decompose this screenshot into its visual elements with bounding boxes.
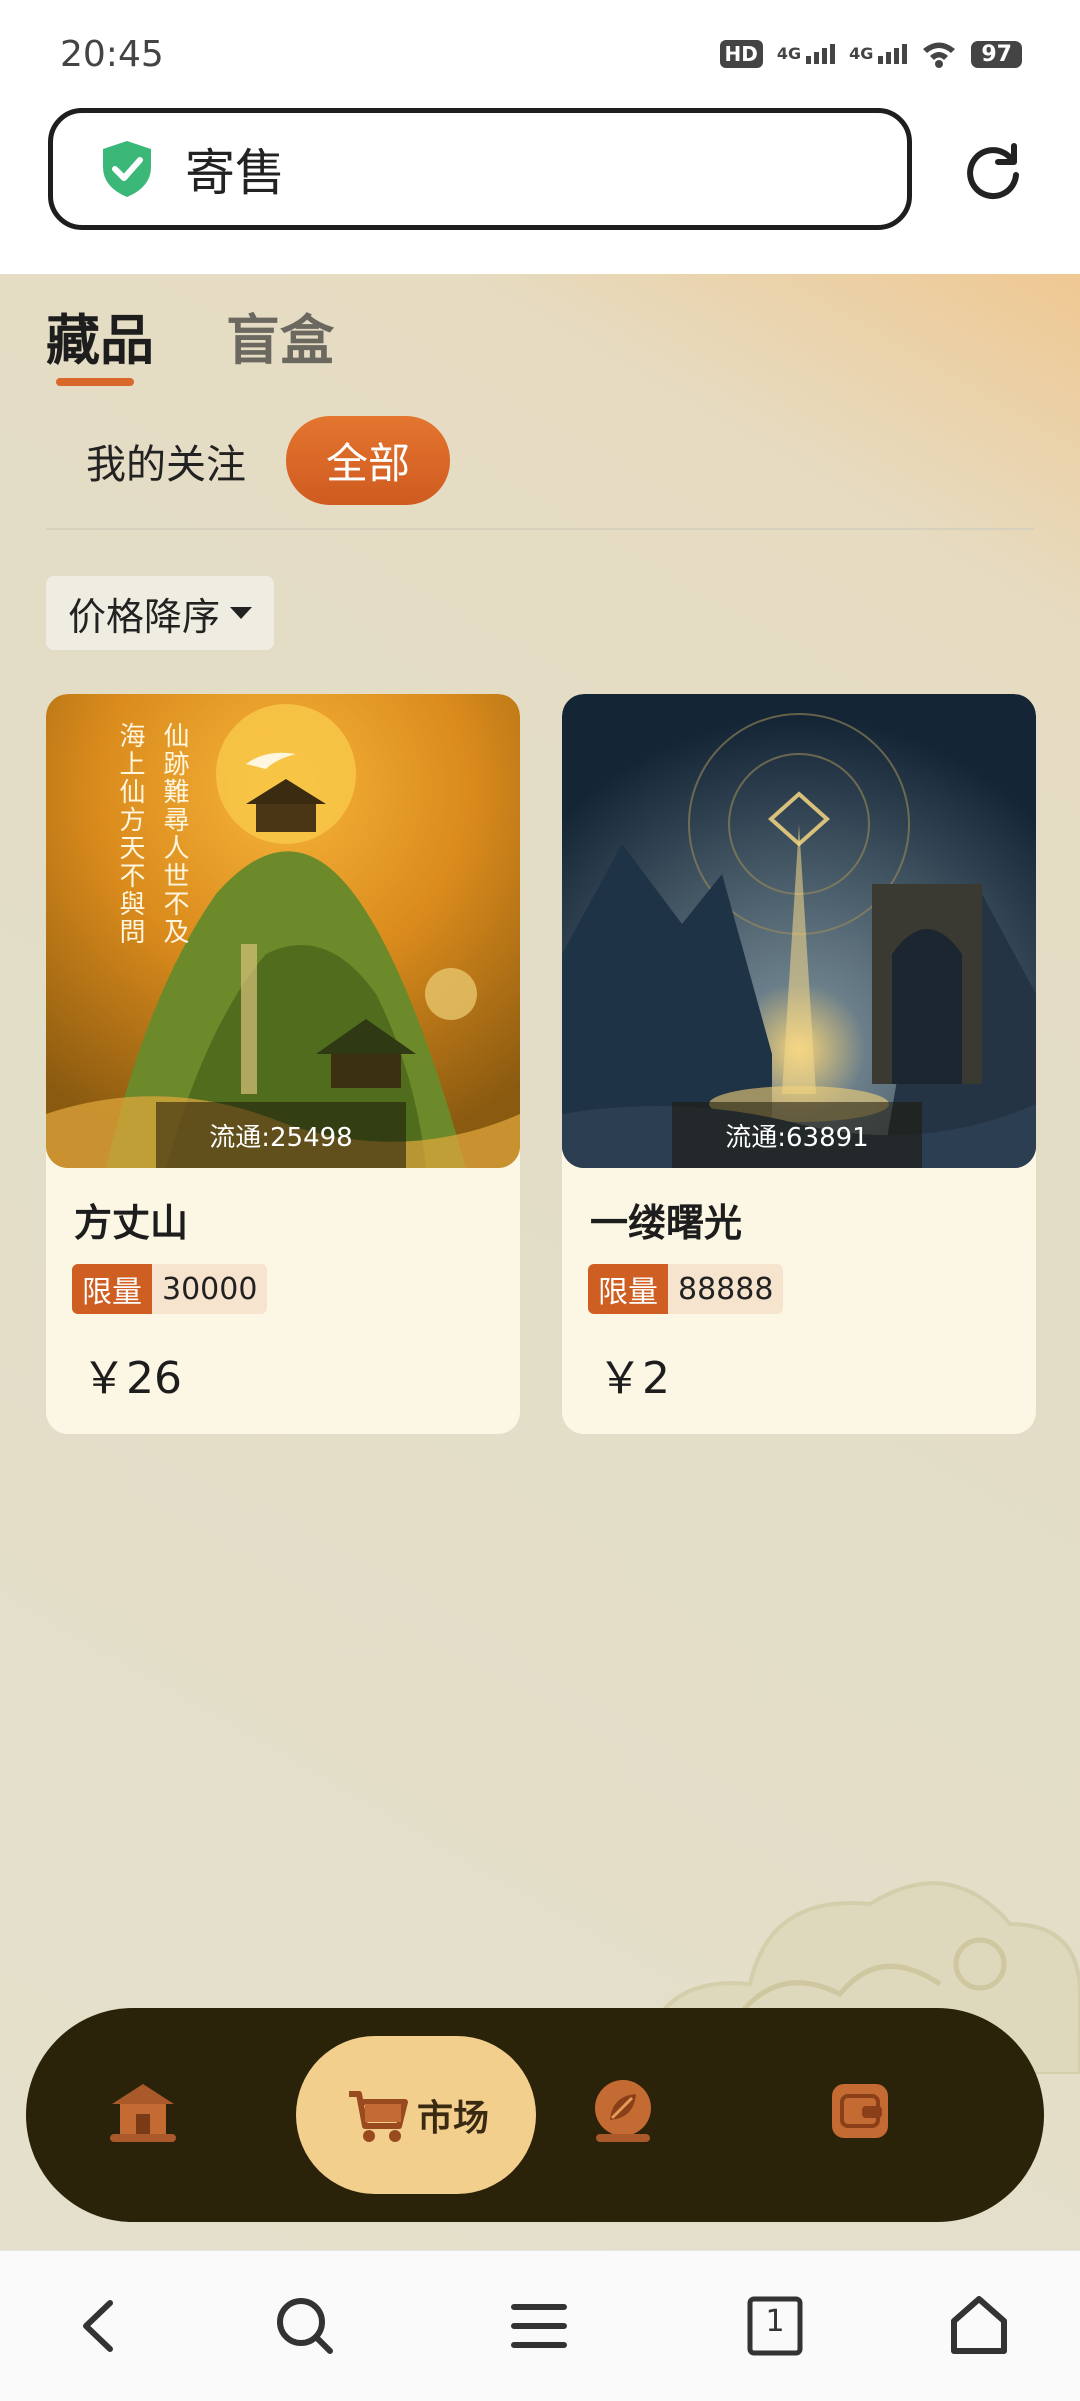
home-pavilion-icon[interactable] bbox=[104, 2072, 182, 2150]
home-icon[interactable] bbox=[944, 2291, 1014, 2361]
market-cart-icon bbox=[348, 2091, 408, 2142]
collectible-price: ￥2 bbox=[598, 1353, 670, 1404]
search-icon[interactable] bbox=[270, 2291, 340, 2361]
limit-value: 30000 bbox=[152, 1264, 268, 1314]
filter-my-follow[interactable]: 我的关注 bbox=[86, 432, 246, 490]
reload-icon[interactable] bbox=[964, 142, 1022, 200]
system-nav-bar: 1 bbox=[0, 2250, 1080, 2401]
filter-all-chip[interactable]: 全部 bbox=[286, 416, 451, 505]
app-bottom-nav: 市场 bbox=[26, 2008, 1044, 2222]
collectible-name: 方丈山 bbox=[74, 1201, 189, 1245]
limit-label: 限量 bbox=[588, 1264, 668, 1314]
collectible-image-dawn: 流通:63891 bbox=[562, 694, 1036, 1168]
nav-market-tab[interactable]: 市场 bbox=[296, 2036, 536, 2194]
limit-value: 88888 bbox=[668, 1264, 784, 1314]
hd-voice-icon: HD bbox=[719, 40, 763, 68]
active-tab-indicator bbox=[56, 378, 134, 386]
tabs-button[interactable]: 1 bbox=[740, 2291, 810, 2361]
menu-icon[interactable] bbox=[504, 2291, 574, 2361]
nav-market-label: 市场 bbox=[416, 2098, 489, 2139]
category-tabs: 藏品 盲盒 bbox=[46, 296, 334, 375]
limit-label: 限量 bbox=[72, 1264, 152, 1314]
collectible-name: 一缕曙光 bbox=[590, 1201, 743, 1245]
caret-down-icon bbox=[230, 607, 253, 619]
sort-label: 价格降序 bbox=[68, 594, 221, 639]
battery-icon: 97 bbox=[971, 40, 1022, 68]
collectible-price: ￥26 bbox=[82, 1353, 182, 1404]
collectible-card[interactable]: 仙跡難尋人世不及 海上仙方天不與問 流通:25498 方丈山 限量 30000 … bbox=[46, 694, 520, 1434]
sort-dropdown[interactable]: 价格降序 bbox=[46, 576, 275, 650]
address-bar[interactable]: 寄售 bbox=[48, 108, 912, 230]
poem-column-1: 海上仙方天不與問 bbox=[115, 722, 145, 946]
divider bbox=[46, 528, 1034, 530]
tab-count: 1 bbox=[765, 2304, 785, 2339]
limit-badge: 限量 88888 bbox=[588, 1264, 784, 1314]
poem-column-2: 仙跡難尋人世不及 bbox=[159, 722, 189, 946]
circulation-label: 流通:25498 bbox=[156, 1102, 406, 1168]
signal-icon-2: 4G bbox=[849, 44, 908, 64]
leaf-emblem-icon[interactable] bbox=[584, 2072, 662, 2150]
wifi-icon bbox=[923, 42, 956, 68]
tab-blind-box[interactable]: 盲盒 bbox=[226, 296, 334, 375]
status-bar: 20:45 HD 4G 4G 97 bbox=[0, 0, 1080, 100]
signal-icon: 4G bbox=[777, 44, 836, 64]
address-text: 寄售 bbox=[185, 144, 285, 202]
status-icons: HD 4G 4G 97 bbox=[719, 40, 1022, 68]
limit-badge: 限量 30000 bbox=[72, 1264, 268, 1314]
dawn-artwork bbox=[562, 694, 1036, 1168]
filter-row: 我的关注 全部 bbox=[86, 416, 451, 505]
circulation-label: 流通:63891 bbox=[672, 1102, 922, 1168]
status-time: 20:45 bbox=[60, 34, 164, 75]
shield-check-icon bbox=[103, 141, 151, 197]
wallet-icon[interactable] bbox=[822, 2072, 900, 2150]
tab-collections[interactable]: 藏品 bbox=[46, 296, 154, 375]
market-content: 藏品 盲盒 我的关注 全部 价格降序 仙跡難尋人世不及 海上仙方天不與問 流通:… bbox=[0, 274, 1080, 2250]
collectible-card[interactable]: 流通:63891 一缕曙光 限量 88888 ￥2 bbox=[562, 694, 1036, 1434]
back-icon[interactable] bbox=[66, 2291, 136, 2361]
collectible-image-mountain: 仙跡難尋人世不及 海上仙方天不與問 流通:25498 bbox=[46, 694, 520, 1168]
